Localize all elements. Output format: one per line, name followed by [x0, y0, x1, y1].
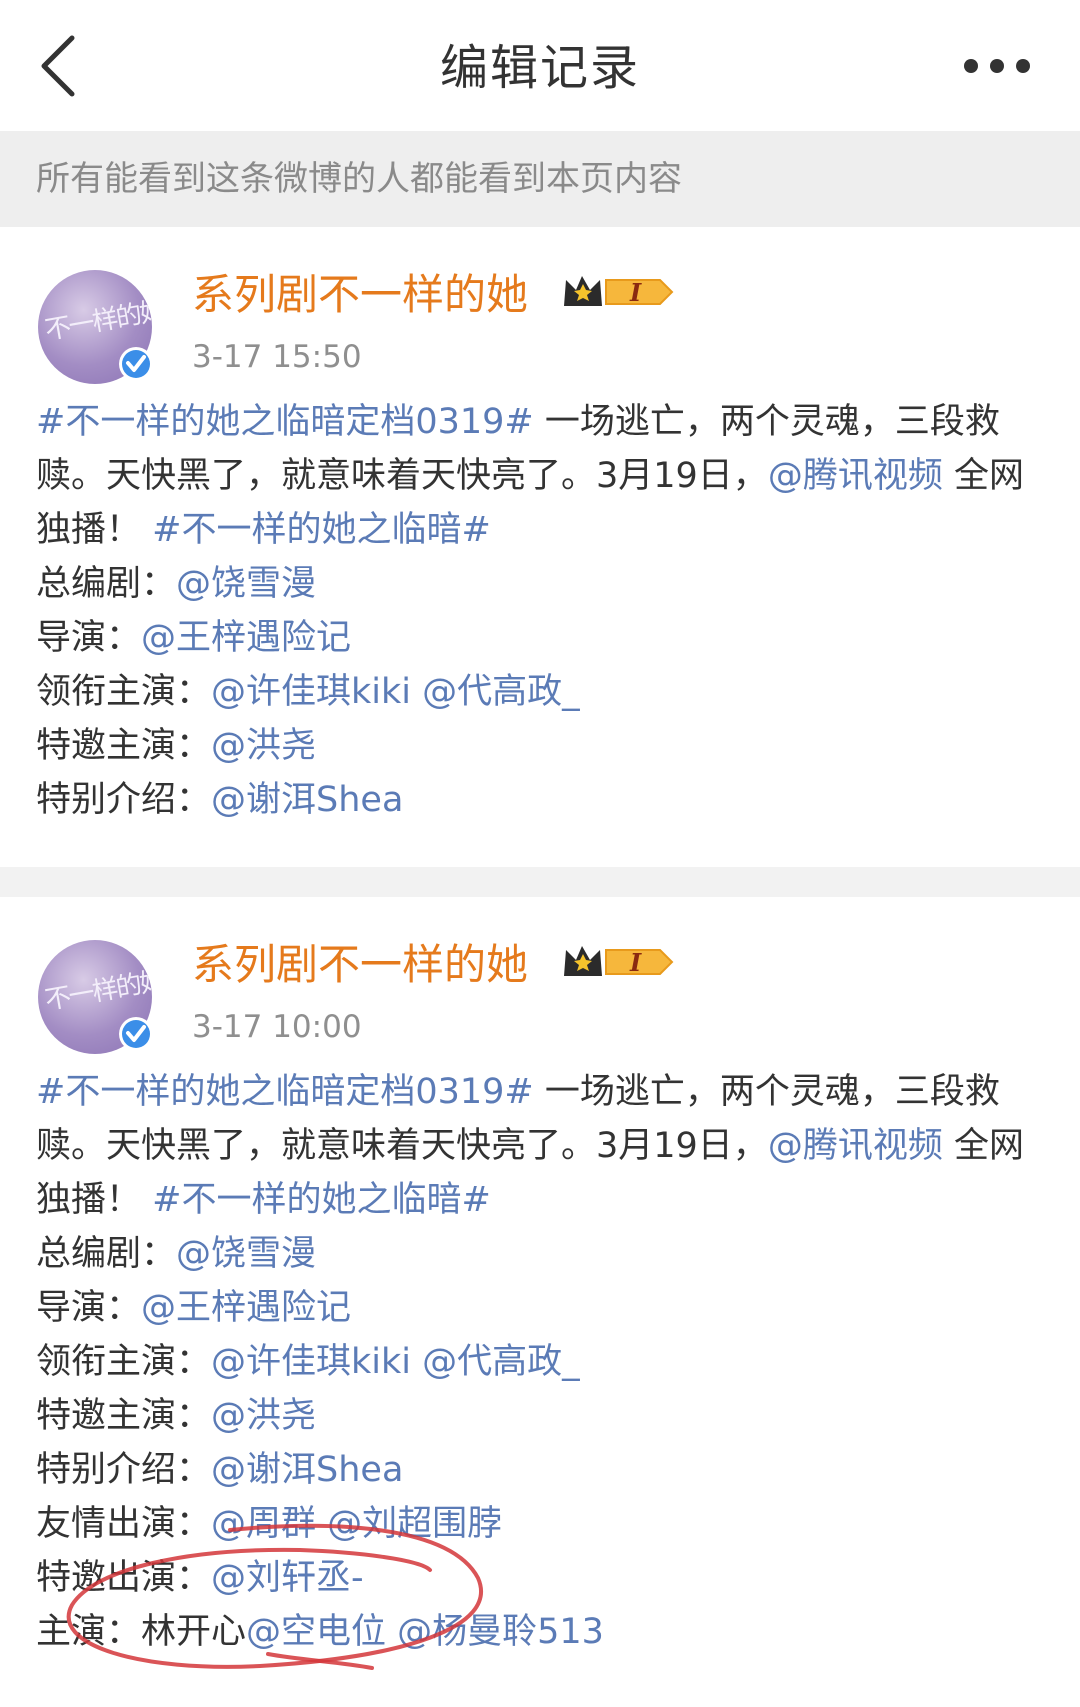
verified-badge-icon	[119, 347, 153, 381]
mention-link[interactable]: @谢洱Shea	[211, 780, 403, 820]
credit-line: 总编剧：@饶雪漫	[36, 557, 1046, 611]
mention-link[interactable]: @洪尧	[211, 1396, 316, 1436]
mention-link[interactable]: @空电位 @杨曼聆513	[246, 1612, 604, 1652]
mention-link[interactable]: @周群 @刘超围脖	[211, 1504, 502, 1544]
credit-line: 导演：@王梓遇险记	[36, 1281, 1046, 1335]
hashtag-spacer	[141, 510, 152, 550]
post-time: 3-17 10:00	[192, 1009, 362, 1045]
post-content: #不一样的她之临暗定档0319# 一场逃亡，两个灵魂，三段救赎。天快黑了，就意味…	[36, 1065, 1046, 1659]
credit-line: 领衔主演：@许佳琪kiki @代高政_	[36, 1335, 1046, 1389]
mention-link[interactable]: @刘轩丞-	[211, 1558, 364, 1598]
credit-label: 主演：林开心	[36, 1612, 247, 1652]
mention-link[interactable]: @许佳琪kiki @代高政_	[211, 672, 580, 712]
credit-label: 领衔主演：	[36, 672, 212, 712]
edit-record-card: 不一样的她 系列剧不一样的她 I 3-17 10:00 #不一样的她之临暗定档0…	[0, 897, 1080, 1707]
mention-link[interactable]: @谢洱Shea	[211, 1450, 403, 1490]
credit-label: 特邀主演：	[36, 1396, 212, 1436]
author-name[interactable]: 系列剧不一样的她	[192, 261, 528, 322]
post-content: #不一样的她之临暗定档0319# 一场逃亡，两个灵魂，三段救赎。天快黑了，就意味…	[36, 395, 1046, 827]
mention-link[interactable]: @饶雪漫	[176, 1234, 316, 1274]
author-name[interactable]: 系列剧不一样的她	[192, 931, 528, 992]
credit-line: 特邀主演：@洪尧	[36, 1389, 1046, 1443]
hashtag-link[interactable]: #不一样的她之临暗定档0319#	[36, 1072, 534, 1112]
post-time: 3-17 15:50	[192, 339, 362, 375]
post-body: #不一样的她之临暗定档0319# 一场逃亡，两个灵魂，三段救赎。天快黑了，就意味…	[36, 395, 1046, 557]
credit-line: 友情出演：@周群 @刘超围脖	[36, 1497, 1046, 1551]
credit-line: 特邀出演：@刘轩丞-	[36, 1551, 1046, 1605]
post-body: #不一样的她之临暗定档0319# 一场逃亡，两个灵魂，三段救赎。天快黑了，就意味…	[36, 1065, 1046, 1227]
hashtag-link[interactable]: #不一样的她之临暗定档0319#	[36, 402, 534, 442]
credit-label: 导演：	[36, 1288, 142, 1328]
credit-label: 特别介绍：	[36, 1450, 212, 1490]
mention-link[interactable]: @许佳琪kiki @代高政_	[211, 1342, 580, 1382]
top-nav-bar: 编辑记录	[0, 0, 1080, 131]
credit-line: 特邀主演：@洪尧	[36, 719, 1046, 773]
verified-badge-icon	[119, 1017, 153, 1051]
mention-link[interactable]: @腾讯视频	[768, 1126, 943, 1166]
credit-label: 特别介绍：	[36, 780, 212, 820]
page-title: 编辑记录	[439, 40, 640, 96]
credit-line: 导演：@王梓遇险记	[36, 611, 1046, 665]
vip-crown-badge-icon[interactable]: I	[560, 940, 676, 984]
credit-label: 友情出演：	[36, 1504, 212, 1544]
mention-link[interactable]: @王梓遇险记	[141, 618, 351, 658]
credit-label: 特邀主演：	[36, 726, 212, 766]
mention-link[interactable]: @王梓遇险记	[141, 1288, 351, 1328]
credit-label: 领衔主演：	[36, 1342, 212, 1382]
credit-label: 导演：	[36, 618, 142, 658]
hashtag-link[interactable]: #不一样的她之临暗#	[152, 1180, 491, 1220]
credit-line: 主演：林开心@空电位 @杨曼聆513	[36, 1605, 1046, 1659]
edit-record-card: 不一样的她 系列剧不一样的她 I 3-17 15:50 #不一样的她之临暗定档0…	[0, 227, 1080, 867]
svg-text:I: I	[629, 948, 642, 977]
hashtag-link[interactable]: #不一样的她之临暗#	[152, 510, 491, 550]
vip-crown-badge-icon[interactable]: I	[560, 270, 676, 314]
credit-line: 特别介绍：@谢洱Shea	[36, 773, 1046, 827]
mention-link[interactable]: @洪尧	[211, 726, 316, 766]
more-horizontal-icon[interactable]	[960, 55, 1034, 77]
avatar-logo-text: 不一样的她	[42, 965, 152, 1017]
credit-label: 特邀出演：	[36, 1558, 212, 1598]
credit-line: 领衔主演：@许佳琪kiki @代高政_	[36, 665, 1046, 719]
visibility-notice: 所有能看到这条微博的人都能看到本页内容	[0, 131, 1080, 227]
credit-label: 总编剧：	[36, 1234, 177, 1274]
credit-line: 特别介绍：@谢洱Shea	[36, 1443, 1046, 1497]
visibility-notice-text: 所有能看到这条微博的人都能看到本页内容	[36, 159, 682, 199]
mention-link[interactable]: @饶雪漫	[176, 564, 316, 604]
avatar-logo-text: 不一样的她	[42, 295, 152, 347]
credit-label: 总编剧：	[36, 564, 177, 604]
svg-text:I: I	[629, 278, 642, 307]
mention-link[interactable]: @腾讯视频	[768, 456, 943, 496]
hashtag-spacer	[141, 1180, 152, 1220]
credit-line: 总编剧：@饶雪漫	[36, 1227, 1046, 1281]
